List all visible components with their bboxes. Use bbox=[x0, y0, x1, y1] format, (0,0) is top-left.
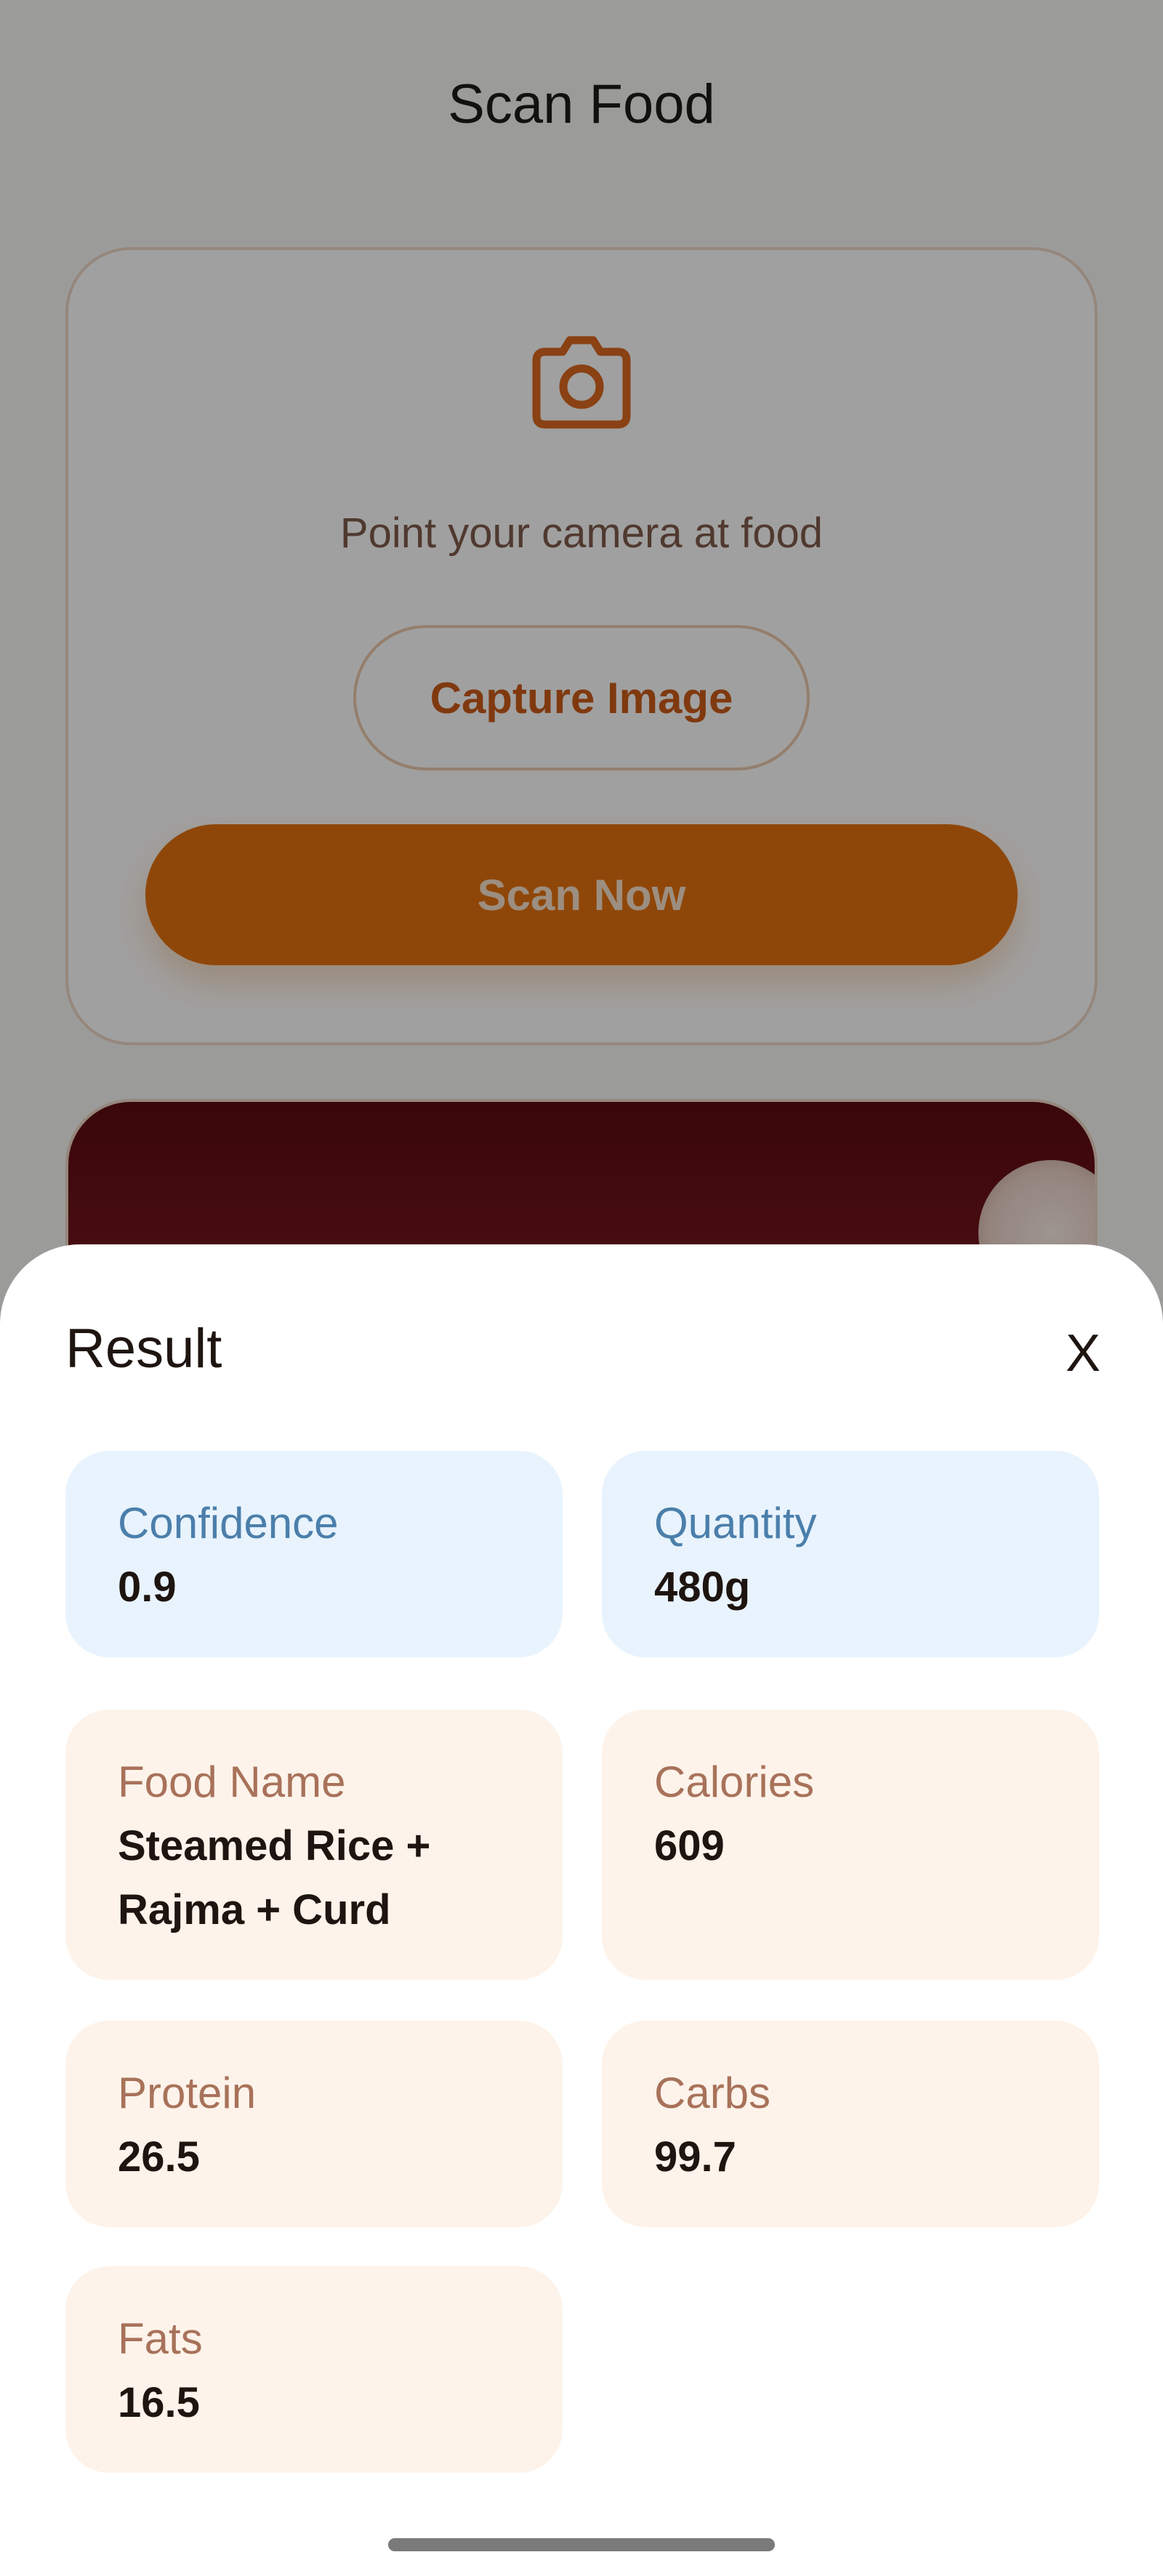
fats-tile: Fats 16.5 bbox=[65, 2266, 563, 2473]
confidence-tile: Confidence 0.9 bbox=[65, 1451, 563, 1657]
calories-tile: Calories 609 bbox=[602, 1710, 1099, 1980]
result-sheet: Result X Confidence 0.9 Quantity 480g Fo… bbox=[0, 1244, 1163, 2576]
protein-tile: Protein 26.5 bbox=[65, 2021, 563, 2227]
protein-value: 26.5 bbox=[118, 2133, 200, 2181]
confidence-value: 0.9 bbox=[118, 1563, 177, 1611]
quantity-label: Quantity bbox=[654, 1499, 817, 1547]
carbs-value: 99.7 bbox=[654, 2133, 736, 2181]
home-indicator[interactable] bbox=[388, 2538, 775, 2551]
protein-label: Protein bbox=[118, 2069, 257, 2117]
fats-value: 16.5 bbox=[118, 2379, 200, 2426]
calories-label: Calories bbox=[654, 1758, 815, 1806]
food-name-label: Food Name bbox=[118, 1758, 346, 1806]
result-title: Result bbox=[65, 1318, 222, 1380]
calories-value: 609 bbox=[654, 1822, 725, 1869]
close-button[interactable]: X bbox=[1054, 1324, 1112, 1382]
carbs-label: Carbs bbox=[654, 2069, 771, 2117]
quantity-value: 480g bbox=[654, 1563, 751, 1611]
carbs-tile: Carbs 99.7 bbox=[602, 2021, 1099, 2227]
fats-label: Fats bbox=[118, 2314, 203, 2363]
food-name-value: Steamed Rice + Rajma + Curd bbox=[118, 1822, 431, 1933]
food-name-tile: Food Name Steamed Rice + Rajma + Curd bbox=[65, 1710, 563, 1980]
quantity-tile: Quantity 480g bbox=[602, 1451, 1099, 1657]
confidence-label: Confidence bbox=[118, 1499, 339, 1547]
